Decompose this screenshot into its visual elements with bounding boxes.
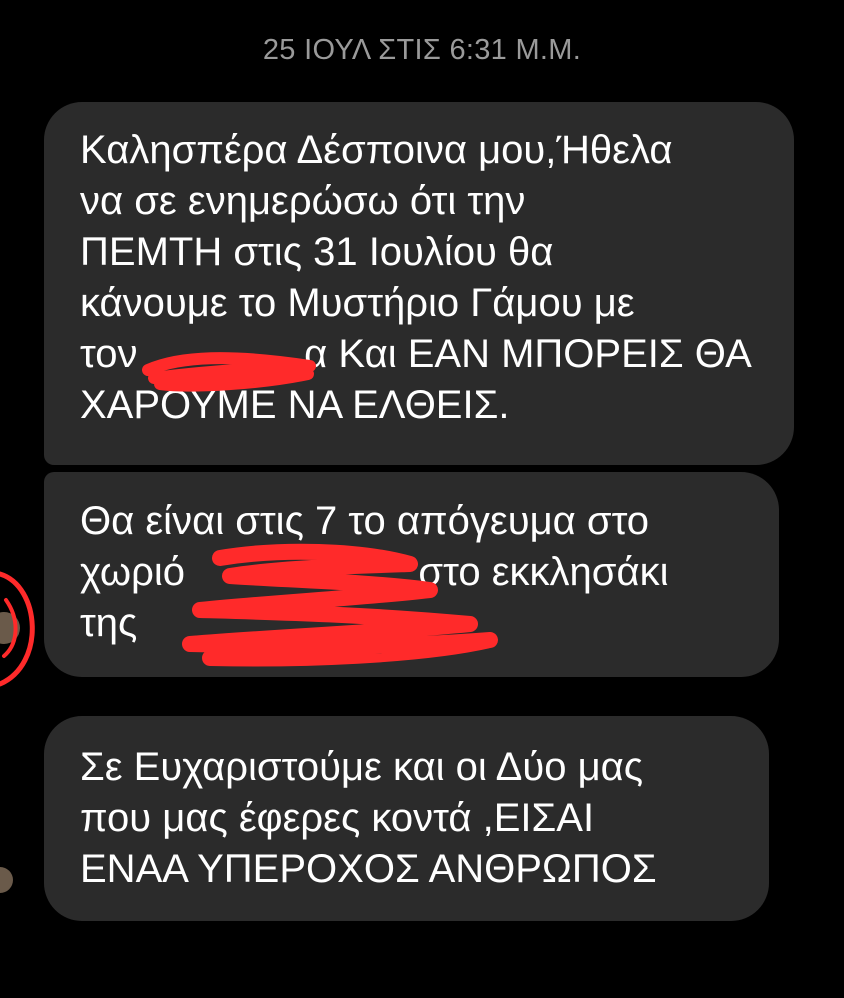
message-line: να σε ενημερώσω ότι την [80, 179, 526, 223]
message-line: Θα είναι στις 7 το απόγευμα στο [80, 499, 650, 543]
message-bubble[interactable]: Θα είναι στις 7 το απόγευμα στο χωριό στ… [44, 472, 779, 677]
message-line: Σε Ευχαριστούμε και οι Δύο μας [80, 745, 644, 789]
message-line: ΧΑΡΟΥΜΕ ΝΑ ΕΛΘΕΙΣ. [80, 383, 510, 427]
message-bubble[interactable]: Σε Ευχαριστούμε και οι Δύο μας που μας έ… [44, 716, 769, 921]
sender-avatar-lower[interactable] [0, 850, 14, 910]
message-line: ΕΝΑΑ ΥΠΕΡΟΧΟΣ ΑΝΘΡΩΠΟΣ [80, 847, 657, 891]
message-bubble[interactable]: Καλησπέρα Δέσποινα μου,Ήθελα να σε ενημε… [44, 102, 794, 465]
message-line: χωριό στο εκκλησάκι [80, 550, 669, 594]
message-timestamp: 25 ΙΟΥΛ ΣΤΙΣ 6:31 Μ.Μ. [262, 34, 582, 66]
message-line: της [80, 601, 138, 645]
message-line: ΠΕΜΤΗ στις 31 Ιουλίου θα [80, 230, 554, 274]
sender-avatar[interactable] [0, 560, 40, 690]
message-line: Καλησπέρα Δέσποινα μου,Ήθελα [80, 128, 673, 172]
message-line: τον α Και ΕΑΝ ΜΠΟΡΕΙΣ ΘΑ [80, 332, 752, 376]
message-line: που μας έφερες κοντά ,ΕΙΣΑΙ [80, 796, 595, 840]
message-line: κάνουμε το Μυστήριο Γάμου με [80, 281, 635, 325]
